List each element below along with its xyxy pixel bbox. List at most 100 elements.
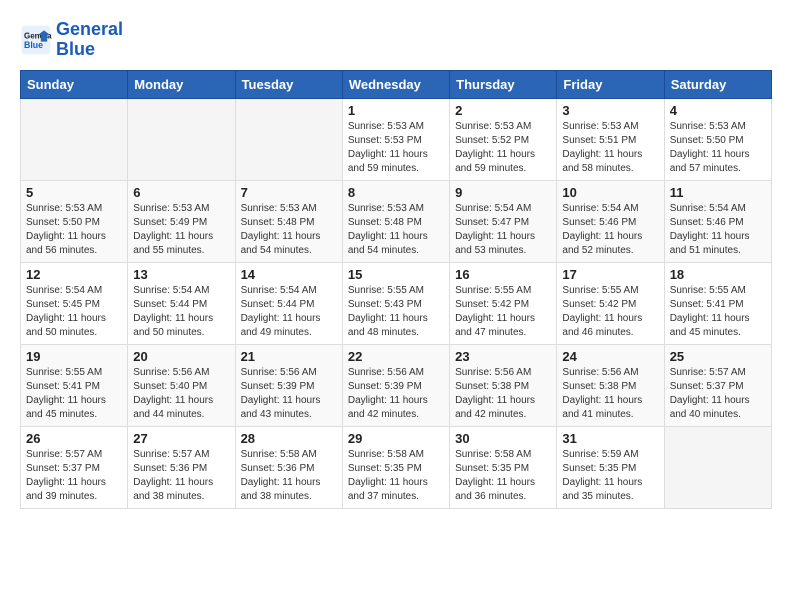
day-number: 18: [670, 267, 766, 282]
day-info: Sunrise: 5:53 AM Sunset: 5:51 PM Dayligh…: [562, 120, 658, 176]
calendar-cell: 9 Sunrise: 5:54 AM Sunset: 5:47 PM Daylig…: [450, 180, 557, 262]
day-number: 27: [133, 431, 229, 446]
calendar-cell: 5Sunrise: 5:53 AM Sunset: 5:50 PM Daylig…: [21, 180, 128, 262]
calendar-cell: 2 Sunrise: 5:53 AM Sunset: 5:52 PM Daylig…: [450, 98, 557, 180]
calendar-table: SundayMondayTuesdayWednesdayThursdayFrid…: [20, 70, 772, 509]
day-number: 16: [455, 267, 551, 282]
day-info: Sunrise: 5:54 AM Sunset: 5:47 PM Dayligh…: [455, 202, 551, 258]
day-info: Sunrise: 5:55 AM Sunset: 5:41 PM Dayligh…: [26, 366, 122, 422]
day-info: Sunrise: 5:53 AM Sunset: 5:53 PM Dayligh…: [348, 120, 444, 176]
calendar-cell: [21, 98, 128, 180]
calendar-header-row: SundayMondayTuesdayWednesdayThursdayFrid…: [21, 70, 772, 98]
calendar-cell: [235, 98, 342, 180]
day-info: Sunrise: 5:53 AM Sunset: 5:50 PM Dayligh…: [670, 120, 766, 176]
day-number: 12: [26, 267, 122, 282]
calendar-cell: 6 Sunrise: 5:53 AM Sunset: 5:49 PM Daylig…: [128, 180, 235, 262]
calendar-cell: 13Sunrise: 5:54 AM Sunset: 5:44 PM Dayli…: [128, 262, 235, 344]
day-info: Sunrise: 5:53 AM Sunset: 5:49 PM Dayligh…: [133, 202, 229, 258]
calendar-cell: 28 Sunrise: 5:58 AM Sunset: 5:36 PM Dayli…: [235, 426, 342, 508]
day-number: 5: [26, 185, 122, 200]
day-info: Sunrise: 5:56 AM Sunset: 5:39 PM Dayligh…: [348, 366, 444, 422]
calendar-week-row: 26 Sunrise: 5:57 AM Sunset: 5:37 PM Dayli…: [21, 426, 772, 508]
day-info: Sunrise: 5:57 AM Sunset: 5:37 PM Dayligh…: [26, 448, 122, 504]
column-header-friday: Friday: [557, 70, 664, 98]
column-header-wednesday: Wednesday: [342, 70, 449, 98]
day-number: 17: [562, 267, 658, 282]
day-number: 9: [455, 185, 551, 200]
day-number: 22: [348, 349, 444, 364]
logo-icon: General Blue: [20, 24, 52, 56]
day-number: 3: [562, 103, 658, 118]
day-number: 10: [562, 185, 658, 200]
calendar-cell: 26 Sunrise: 5:57 AM Sunset: 5:37 PM Dayli…: [21, 426, 128, 508]
calendar-cell: 20 Sunrise: 5:56 AM Sunset: 5:40 PM Dayli…: [128, 344, 235, 426]
day-info: Sunrise: 5:58 AM Sunset: 5:36 PM Dayligh…: [241, 448, 337, 504]
calendar-week-row: 1 Sunrise: 5:53 AM Sunset: 5:53 PM Daylig…: [21, 98, 772, 180]
page-header: General Blue GeneralBlue: [20, 20, 772, 60]
svg-text:General: General: [24, 31, 52, 40]
day-info: Sunrise: 5:54 AM Sunset: 5:45 PM Dayligh…: [26, 284, 122, 340]
day-number: 11: [670, 185, 766, 200]
day-number: 21: [241, 349, 337, 364]
day-info: Sunrise: 5:55 AM Sunset: 5:42 PM Dayligh…: [455, 284, 551, 340]
calendar-week-row: 19 Sunrise: 5:55 AM Sunset: 5:41 PM Dayli…: [21, 344, 772, 426]
day-info: Sunrise: 5:56 AM Sunset: 5:40 PM Dayligh…: [133, 366, 229, 422]
calendar-cell: 8Sunrise: 5:53 AM Sunset: 5:48 PM Daylig…: [342, 180, 449, 262]
calendar-cell: 23Sunrise: 5:56 AM Sunset: 5:38 PM Dayli…: [450, 344, 557, 426]
calendar-cell: 17 Sunrise: 5:55 AM Sunset: 5:42 PM Dayli…: [557, 262, 664, 344]
day-info: Sunrise: 5:58 AM Sunset: 5:35 PM Dayligh…: [455, 448, 551, 504]
day-info: Sunrise: 5:54 AM Sunset: 5:46 PM Dayligh…: [562, 202, 658, 258]
calendar-cell: 31 Sunrise: 5:59 AM Sunset: 5:35 PM Dayli…: [557, 426, 664, 508]
calendar-cell: 25Sunrise: 5:57 AM Sunset: 5:37 PM Dayli…: [664, 344, 771, 426]
day-info: Sunrise: 5:54 AM Sunset: 5:46 PM Dayligh…: [670, 202, 766, 258]
calendar-cell: [128, 98, 235, 180]
calendar-cell: 14Sunrise: 5:54 AM Sunset: 5:44 PM Dayli…: [235, 262, 342, 344]
day-info: Sunrise: 5:57 AM Sunset: 5:36 PM Dayligh…: [133, 448, 229, 504]
day-info: Sunrise: 5:59 AM Sunset: 5:35 PM Dayligh…: [562, 448, 658, 504]
day-number: 24: [562, 349, 658, 364]
calendar-cell: 19 Sunrise: 5:55 AM Sunset: 5:41 PM Dayli…: [21, 344, 128, 426]
logo: General Blue GeneralBlue: [20, 20, 123, 60]
calendar-cell: [664, 426, 771, 508]
calendar-cell: 29 Sunrise: 5:58 AM Sunset: 5:35 PM Dayli…: [342, 426, 449, 508]
day-number: 13: [133, 267, 229, 282]
calendar-cell: 30 Sunrise: 5:58 AM Sunset: 5:35 PM Dayli…: [450, 426, 557, 508]
day-number: 31: [562, 431, 658, 446]
day-number: 2: [455, 103, 551, 118]
calendar-cell: 4 Sunrise: 5:53 AM Sunset: 5:50 PM Daylig…: [664, 98, 771, 180]
day-number: 20: [133, 349, 229, 364]
day-number: 28: [241, 431, 337, 446]
calendar-cell: 1 Sunrise: 5:53 AM Sunset: 5:53 PM Daylig…: [342, 98, 449, 180]
calendar-week-row: 12 Sunrise: 5:54 AM Sunset: 5:45 PM Dayli…: [21, 262, 772, 344]
day-number: 29: [348, 431, 444, 446]
day-number: 6: [133, 185, 229, 200]
day-info: Sunrise: 5:56 AM Sunset: 5:39 PM Dayligh…: [241, 366, 337, 422]
calendar-cell: 7Sunrise: 5:53 AM Sunset: 5:48 PM Daylig…: [235, 180, 342, 262]
day-info: Sunrise: 5:53 AM Sunset: 5:52 PM Dayligh…: [455, 120, 551, 176]
column-header-thursday: Thursday: [450, 70, 557, 98]
calendar-cell: 22 Sunrise: 5:56 AM Sunset: 5:39 PM Dayli…: [342, 344, 449, 426]
day-info: Sunrise: 5:55 AM Sunset: 5:43 PM Dayligh…: [348, 284, 444, 340]
svg-text:Blue: Blue: [24, 40, 43, 50]
column-header-monday: Monday: [128, 70, 235, 98]
day-number: 25: [670, 349, 766, 364]
calendar-cell: 21 Sunrise: 5:56 AM Sunset: 5:39 PM Dayli…: [235, 344, 342, 426]
column-header-sunday: Sunday: [21, 70, 128, 98]
day-info: Sunrise: 5:53 AM Sunset: 5:48 PM Dayligh…: [241, 202, 337, 258]
day-number: 4: [670, 103, 766, 118]
calendar-cell: 12 Sunrise: 5:54 AM Sunset: 5:45 PM Dayli…: [21, 262, 128, 344]
calendar-cell: 16 Sunrise: 5:55 AM Sunset: 5:42 PM Dayli…: [450, 262, 557, 344]
day-number: 23: [455, 349, 551, 364]
day-number: 30: [455, 431, 551, 446]
calendar-cell: 24 Sunrise: 5:56 AM Sunset: 5:38 PM Dayli…: [557, 344, 664, 426]
day-info: Sunrise: 5:58 AM Sunset: 5:35 PM Dayligh…: [348, 448, 444, 504]
calendar-cell: 27 Sunrise: 5:57 AM Sunset: 5:36 PM Dayli…: [128, 426, 235, 508]
day-number: 1: [348, 103, 444, 118]
day-info: Sunrise: 5:55 AM Sunset: 5:42 PM Dayligh…: [562, 284, 658, 340]
day-number: 19: [26, 349, 122, 364]
day-number: 26: [26, 431, 122, 446]
logo-text: GeneralBlue: [56, 20, 123, 60]
day-number: 15: [348, 267, 444, 282]
day-info: Sunrise: 5:56 AM Sunset: 5:38 PM Dayligh…: [562, 366, 658, 422]
calendar-cell: 15 Sunrise: 5:55 AM Sunset: 5:43 PM Dayli…: [342, 262, 449, 344]
